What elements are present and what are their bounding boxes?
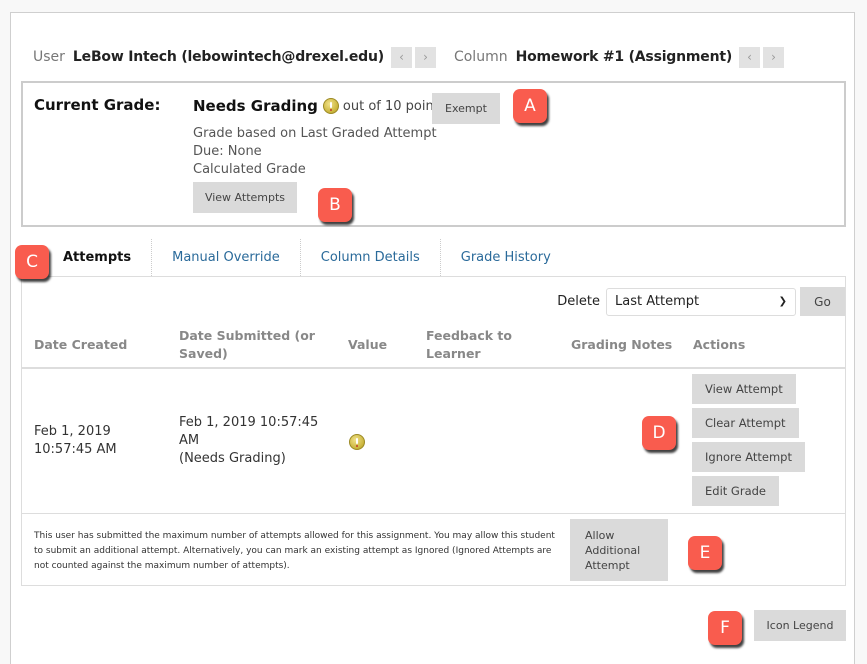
column-header-value: Value (348, 337, 388, 352)
view-attempts-button[interactable]: View Attempts (193, 182, 297, 213)
date-submitted-line: AM (179, 433, 200, 448)
column-header-date-created: Date Created (34, 337, 128, 352)
tab-grade-history[interactable]: Grade History (441, 239, 571, 276)
delete-label: Delete (557, 294, 600, 309)
grade-info: Grade based on Last Graded Attempt Due: … (193, 125, 437, 179)
callout-e: E (688, 536, 722, 570)
column-value: Homework #1 (Assignment) (515, 49, 733, 65)
column-label: Column (453, 49, 508, 65)
user-value: LeBow Intech (lebowintech@drexel.edu) (72, 49, 384, 65)
user-column-navigation: User LeBow Intech (lebowintech@drexel.ed… (33, 46, 785, 68)
callout-a: A (513, 89, 547, 123)
go-button[interactable]: Go (800, 287, 845, 316)
current-grade-label: Current Grade: (34, 96, 161, 114)
date-created-date: Feb 1, 2019 (34, 424, 111, 439)
max-attempts-message: This user has submitted the maximum numb… (34, 531, 555, 571)
tab-column-details[interactable]: Column Details (301, 239, 441, 276)
date-submitted-line: Feb 1, 2019 10:57:45 (179, 415, 319, 430)
ignore-attempt-button[interactable]: Ignore Attempt (692, 442, 805, 472)
delete-attempt-control: Delete Last Attempt ❯ Go (557, 287, 845, 316)
allow-additional-attempt-button[interactable]: Allow Additional Attempt (570, 519, 668, 581)
table-row: Feb 1, 2019 10:57:45 AM Feb 1, 2019 10:5… (22, 369, 846, 514)
clear-attempt-button[interactable]: Clear Attempt (692, 408, 799, 438)
needs-grading-icon (322, 98, 339, 114)
callout-c: C (15, 245, 49, 279)
attempts-section: Delete Last Attempt ❯ Go Date Created Da… (21, 277, 846, 586)
submission-status: (Needs Grading) (179, 451, 286, 466)
grade-basis: Grade based on Last Graded Attempt (193, 126, 437, 141)
next-column-button[interactable]: › (763, 46, 785, 68)
due-date: Due: None (193, 144, 262, 159)
date-created-time: 10:57:45 AM (34, 442, 117, 457)
user-label: User (33, 49, 65, 65)
date-created-cell: Feb 1, 2019 10:57:45 AM (34, 423, 117, 459)
tab-manual-override[interactable]: Manual Override (152, 239, 301, 276)
next-user-button[interactable]: › (414, 46, 436, 68)
view-attempt-button[interactable]: View Attempt (692, 374, 796, 404)
column-header-grading-notes: Grading Notes (571, 337, 673, 352)
previous-user-button[interactable]: ‹ (390, 46, 412, 68)
chevron-down-icon: ❯ (778, 296, 787, 307)
grade-type: Calculated Grade (193, 162, 306, 177)
previous-column-button[interactable]: ‹ (739, 46, 761, 68)
icon-legend-button[interactable]: Icon Legend (754, 610, 846, 641)
points-possible: out of 10 points (342, 98, 446, 114)
grade-tabs: Attempts Manual Override Column Details … (21, 239, 846, 277)
grade-status: Needs Grading (193, 97, 318, 115)
column-header-feedback: Feedback to Learner (426, 328, 512, 361)
current-grade-summary: Needs Grading out of 10 points (193, 97, 446, 115)
column-header-date-submitted: Date Submitted (or Saved) (179, 328, 315, 361)
delete-attempt-select[interactable]: Last Attempt ❯ (606, 287, 796, 316)
attempt-actions: View Attempt Clear Attempt Ignore Attemp… (692, 374, 805, 510)
exempt-button[interactable]: Exempt (432, 93, 500, 124)
callout-b: B (318, 188, 352, 222)
date-submitted-cell: Feb 1, 2019 10:57:45 AM (Needs Grading) (179, 414, 318, 468)
needs-grading-icon (349, 434, 365, 450)
edit-grade-button[interactable]: Edit Grade (692, 476, 779, 506)
attempts-table-header: Date Created Date Submitted (or Saved) V… (22, 323, 846, 369)
current-grade-box: Current Grade: Needs Grading out of 10 p… (21, 81, 846, 227)
column-header-actions: Actions (693, 337, 746, 352)
callout-d: D (642, 416, 676, 450)
delete-select-value: Last Attempt (615, 294, 700, 309)
callout-f: F (708, 611, 742, 645)
max-attempts-notice: This user has submitted the maximum numb… (22, 515, 846, 585)
